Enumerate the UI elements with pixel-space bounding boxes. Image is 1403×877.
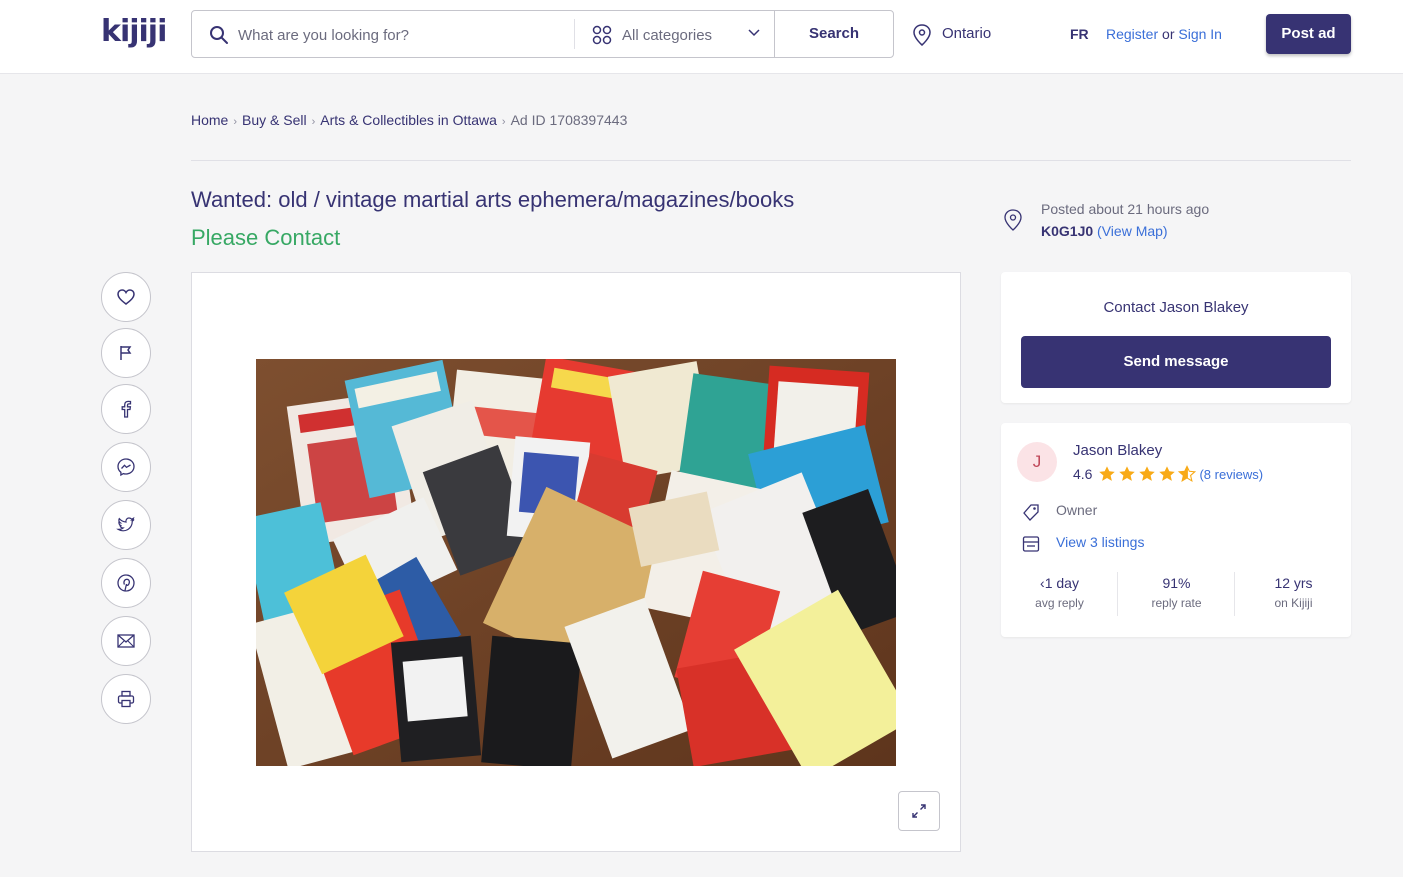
expand-icon	[912, 804, 926, 818]
stat-value: 12 yrs	[1274, 575, 1313, 591]
postal-code-row: K0G1J0 (View Map)	[1041, 223, 1168, 239]
sign-in-link[interactable]: Sign In	[1178, 26, 1222, 42]
register-link[interactable]: Register	[1106, 26, 1158, 42]
stat-label: avg reply	[1035, 596, 1084, 610]
top-header: kijiji All categories Search Ontario FR …	[0, 0, 1403, 74]
posted-time: Posted about 21 hours ago	[1041, 201, 1210, 217]
seller-card: J Jason Blakey 4.6 (8 reviews) Owner Vie…	[1001, 423, 1351, 637]
martial-arts-books-photo	[256, 359, 896, 766]
language-toggle[interactable]: FR	[1070, 26, 1089, 42]
search-input[interactable]	[238, 23, 558, 47]
post-ad-button[interactable]: Post ad	[1266, 14, 1351, 54]
share-twitter-button[interactable]	[101, 500, 151, 550]
postal-code: K0G1J0	[1041, 223, 1094, 239]
star-icon	[1139, 466, 1156, 481]
email-icon	[117, 634, 135, 648]
breadcrumb-category[interactable]: Arts & Collectibles in Ottawa	[320, 112, 497, 128]
auth-or-text: or	[1162, 26, 1175, 42]
categories-grid-icon	[592, 25, 612, 45]
favourite-button[interactable]	[101, 272, 151, 322]
facebook-icon	[121, 400, 132, 418]
view-listings-link[interactable]: View 3 listings	[1056, 534, 1144, 550]
location-selector[interactable]: Ontario	[942, 25, 991, 42]
search-bar: All categories	[191, 10, 775, 58]
stat-value: ‹1 day	[1040, 575, 1079, 591]
category-select[interactable]: All categories	[622, 27, 712, 44]
avatar[interactable]: J	[1017, 442, 1057, 482]
chevron-down-icon[interactable]	[747, 28, 761, 38]
search-button[interactable]: Search	[774, 10, 894, 58]
print-button[interactable]	[101, 674, 151, 724]
seller-rating: 4.6 (8 reviews)	[1073, 465, 1263, 483]
listing-price: Please Contact	[191, 225, 341, 250]
heart-icon	[117, 289, 135, 305]
kijiji-logo[interactable]: kijiji	[101, 14, 167, 49]
auth-links: Register or Sign In	[1106, 26, 1222, 42]
view-map-link[interactable]: (View Map)	[1097, 223, 1168, 239]
flag-icon	[120, 346, 132, 360]
print-icon	[117, 690, 135, 708]
breadcrumb-separator: ›	[311, 116, 316, 128]
share-facebook-button[interactable]	[101, 384, 151, 434]
search-divider	[574, 19, 575, 49]
breadcrumb-separator: ›	[501, 116, 506, 128]
breadcrumb-home[interactable]: Home	[191, 112, 228, 128]
half-star-icon	[1178, 465, 1197, 482]
contact-title: Contact Jason Blakey	[1103, 299, 1249, 316]
messenger-icon	[117, 458, 135, 477]
share-messenger-button[interactable]	[101, 442, 151, 492]
stat-value: 91%	[1162, 575, 1191, 591]
contact-card: Contact Jason Blakey Send message	[1001, 272, 1351, 403]
stat-avg-reply: ‹1 day avg reply	[1001, 575, 1118, 610]
pinterest-icon	[117, 574, 135, 592]
share-pinterest-button[interactable]	[101, 558, 151, 608]
search-icon	[210, 26, 228, 44]
location-pin-icon[interactable]	[912, 24, 932, 46]
listing-photo[interactable]	[256, 359, 896, 766]
twitter-icon	[116, 516, 135, 532]
ad-id: Ad ID 1708397443	[510, 112, 628, 128]
image-gallery	[191, 272, 961, 852]
stat-on-kijiji: 12 yrs on Kijiji	[1235, 575, 1352, 610]
star-icon	[1099, 466, 1116, 481]
location-pin-icon	[1004, 209, 1022, 231]
seller-name[interactable]: Jason Blakey	[1073, 442, 1162, 459]
share-email-button[interactable]	[101, 616, 151, 666]
reviews-link[interactable]: (8 reviews)	[1199, 467, 1263, 482]
breadcrumb: Home › Buy & Sell › Arts & Collectibles in O…	[191, 112, 627, 128]
stat-label: on Kijiji	[1274, 596, 1313, 610]
send-message-button[interactable]: Send message	[1021, 336, 1331, 388]
tag-icon	[1023, 504, 1039, 521]
expand-gallery-button[interactable]	[898, 791, 940, 831]
seller-role: Owner	[1056, 502, 1098, 518]
star-icon	[1119, 466, 1136, 481]
listings-icon	[1022, 536, 1040, 552]
stat-label: reply rate	[1151, 596, 1202, 610]
breadcrumb-separator: ›	[233, 116, 238, 128]
breadcrumb-divider	[191, 160, 1351, 161]
rating-value: 4.6	[1073, 466, 1093, 482]
breadcrumb-buy-sell[interactable]: Buy & Sell	[242, 112, 307, 128]
listing-title: Wanted: old / vintage martial arts ephem…	[191, 187, 795, 212]
report-button[interactable]	[101, 328, 151, 378]
star-icon	[1159, 466, 1176, 481]
stat-reply-rate: 91% reply rate	[1118, 575, 1235, 610]
